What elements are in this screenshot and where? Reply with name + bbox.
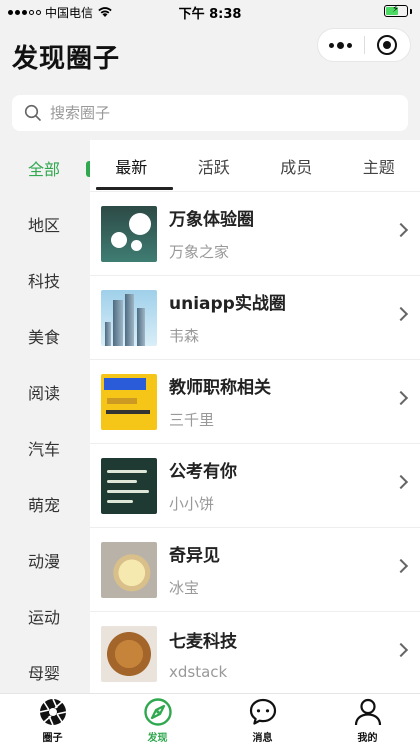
sidebar-item-label: 运动 — [28, 608, 61, 627]
circle-owner: 小小饼 — [169, 495, 215, 513]
tab-label: 主题 — [362, 157, 395, 177]
chat-bubble-icon — [249, 698, 276, 725]
circle-list: 万象体验圈 万象之家 uniapp实战圈 韦森 教师职称相关 三千里 公考有你 … — [90, 192, 420, 696]
tabbar-item-messages[interactable]: 消息 — [210, 694, 315, 747]
list-item[interactable]: 公考有你 小小饼 — [90, 444, 420, 528]
tab-latest[interactable]: 最新 — [90, 140, 173, 191]
circle-owner: 冰宝 — [169, 579, 200, 597]
circle-thumbnail — [101, 373, 157, 430]
list-item[interactable]: 七麦科技 xdstack — [90, 612, 420, 696]
tabbar-label: 我的 — [357, 733, 378, 744]
sidebar-item-label: 阅读 — [28, 384, 61, 403]
tab-label: 最新 — [115, 157, 148, 177]
sidebar-item-anime[interactable]: 动漫 — [0, 532, 90, 588]
sidebar-item-sports[interactable]: 运动 — [0, 588, 90, 644]
sidebar-item-food[interactable]: 美食 — [0, 308, 90, 364]
user-icon — [354, 698, 381, 726]
sidebar-item-all[interactable]: 全部 — [0, 140, 94, 196]
circle-thumbnail — [101, 625, 157, 682]
circle-thumbnail — [101, 457, 157, 514]
sidebar-item-region[interactable]: 地区 — [0, 196, 90, 252]
sort-tabs: 最新 活跃 成员 主题 — [90, 140, 420, 192]
circle-list-panel: 最新 活跃 成员 主题 万象体验圈 万象之家 uniapp实战圈 韦森 教师职称… — [90, 140, 420, 696]
sidebar-item-tech[interactable]: 科技 — [0, 252, 90, 308]
sidebar-item-label: 地区 — [28, 216, 61, 235]
tabbar-label: 圈子 — [42, 733, 63, 744]
sidebar-item-label: 动漫 — [28, 552, 61, 571]
aperture-icon — [39, 698, 66, 726]
sidebar-item-cars[interactable]: 汽车 — [0, 420, 90, 476]
list-item[interactable]: 万象体验圈 万象之家 — [90, 192, 420, 276]
circle-name: 教师职称相关 — [169, 378, 271, 398]
circle-owner: 万象之家 — [169, 243, 230, 261]
tabbar-item-discover[interactable]: 发现 — [105, 694, 210, 747]
tab-active[interactable]: 活跃 — [173, 140, 256, 191]
carrier-label: 中国电信 — [45, 5, 94, 20]
sidebar-item-label: 汽车 — [28, 440, 61, 459]
sidebar-item-label: 母婴 — [28, 664, 61, 683]
circle-name: 奇异见 — [169, 546, 220, 566]
more-dots-icon — [329, 41, 353, 49]
tab-label: 活跃 — [197, 157, 230, 177]
circle-thumbnail — [101, 205, 157, 262]
tab-members[interactable]: 成员 — [255, 140, 338, 191]
wifi-icon — [98, 7, 112, 17]
more-button[interactable] — [318, 29, 364, 61]
sidebar-item-label: 科技 — [28, 272, 61, 291]
tab-label: 成员 — [280, 157, 313, 177]
search-icon — [24, 104, 41, 121]
mini-program-capsule — [317, 28, 411, 62]
circle-owner: xdstack — [169, 662, 228, 681]
sidebar-item-label: 美食 — [28, 328, 61, 347]
search-input[interactable] — [50, 104, 370, 122]
sidebar-item-pets[interactable]: 萌宠 — [0, 476, 90, 532]
tabbar-label: 消息 — [252, 733, 273, 744]
bottom-tab-bar: 圈子 发现 消息 我的 — [0, 693, 420, 747]
tabbar-item-circles[interactable]: 圈子 — [0, 694, 105, 747]
signal-icon — [8, 9, 41, 15]
circle-name: 七麦科技 — [169, 631, 237, 652]
tabbar-item-me[interactable]: 我的 — [315, 694, 420, 747]
circle-thumbnail — [101, 289, 157, 346]
target-icon — [377, 35, 398, 55]
circle-name: uniapp实战圈 — [169, 294, 286, 314]
status-bar: 中国电信 下午 8:38 ⚡ — [0, 0, 420, 24]
circle-thumbnail — [101, 541, 157, 598]
tab-topics[interactable]: 主题 — [338, 140, 420, 191]
search-bar[interactable] — [12, 95, 408, 131]
circle-owner: 三千里 — [169, 411, 215, 429]
circle-name: 万象体验圈 — [169, 210, 254, 230]
sidebar-item-label: 全部 — [28, 160, 61, 179]
sidebar-item-parenting[interactable]: 母婴 — [0, 644, 90, 700]
circle-owner: 韦森 — [169, 327, 200, 345]
list-item[interactable]: uniapp实战圈 韦森 — [90, 276, 420, 360]
compass-icon — [143, 698, 172, 726]
sidebar-item-reading[interactable]: 阅读 — [0, 364, 90, 420]
category-sidebar: 全部 地区 科技 美食 阅读 汽车 萌宠 动漫 运动 母婴 — [0, 140, 94, 693]
tabbar-label: 发现 — [147, 733, 168, 744]
close-miniprogram-button[interactable] — [365, 29, 411, 61]
battery-icon: ⚡ — [384, 4, 412, 17]
circle-name: 公考有你 — [169, 462, 237, 482]
list-item[interactable]: 教师职称相关 三千里 — [90, 360, 420, 444]
page-title: 发现圈子 — [12, 44, 121, 74]
sidebar-item-label: 萌宠 — [28, 496, 61, 515]
list-item[interactable]: 奇异见 冰宝 — [90, 528, 420, 612]
